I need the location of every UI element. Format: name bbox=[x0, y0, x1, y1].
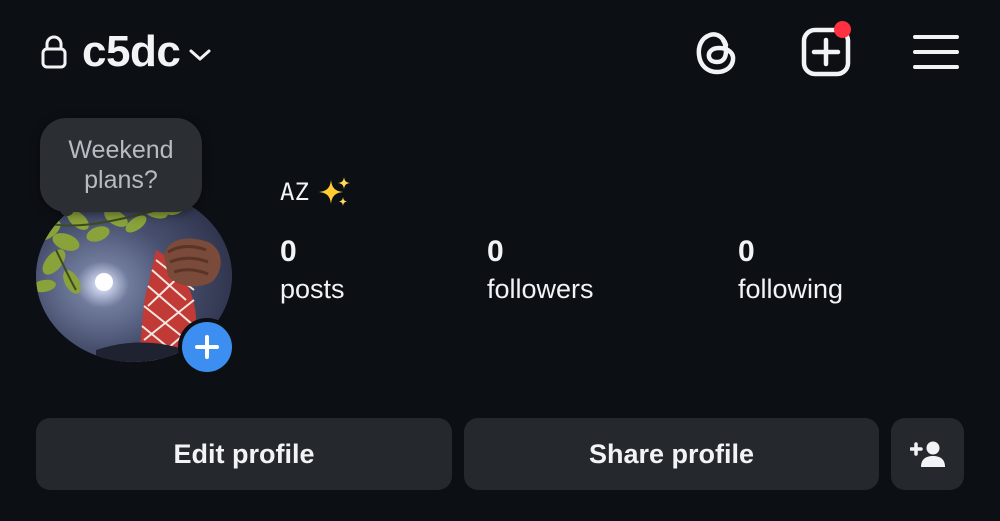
add-story-button[interactable] bbox=[178, 318, 236, 376]
posts-count: 0 bbox=[280, 235, 297, 268]
account-switcher[interactable]: c5dc bbox=[40, 24, 212, 80]
lock-icon bbox=[41, 35, 67, 69]
profile-header: c5dc bbox=[0, 0, 1000, 100]
discover-people-button[interactable] bbox=[891, 418, 964, 490]
followers-label: followers bbox=[487, 274, 594, 304]
following-stat[interactable]: 0 following bbox=[738, 232, 843, 306]
note-line-2: plans? bbox=[84, 166, 158, 194]
display-name-text: AZ bbox=[280, 178, 309, 206]
followers-count: 0 bbox=[487, 235, 504, 268]
add-person-icon bbox=[909, 441, 945, 467]
profile-screen: c5dc Weekend plans? AZ 0 posts 0 followe… bbox=[0, 0, 1000, 521]
share-profile-button[interactable]: Share profile bbox=[464, 418, 879, 490]
threads-icon bbox=[696, 32, 736, 75]
share-profile-label: Share profile bbox=[588, 438, 755, 469]
plus-icon bbox=[195, 335, 219, 359]
edit-profile-button[interactable]: Edit profile bbox=[36, 418, 452, 490]
threads-button[interactable] bbox=[690, 26, 742, 78]
chevron-down-icon bbox=[189, 49, 211, 61]
sparkles-icon bbox=[318, 177, 350, 206]
note-bubble-tail bbox=[60, 202, 74, 216]
add-story-badge bbox=[182, 322, 232, 372]
note-line-1: Weekend bbox=[68, 136, 174, 164]
following-label: following bbox=[738, 274, 844, 304]
display-name: AZ bbox=[280, 176, 351, 208]
posts-stat[interactable]: 0 posts bbox=[280, 232, 345, 306]
menu-button[interactable] bbox=[910, 26, 962, 78]
create-button[interactable] bbox=[800, 21, 852, 78]
username: c5dc bbox=[82, 27, 181, 76]
following-count: 0 bbox=[738, 235, 755, 268]
hamburger-menu-icon bbox=[913, 35, 959, 69]
posts-label: posts bbox=[280, 274, 345, 304]
edit-profile-label: Edit profile bbox=[173, 438, 315, 469]
note-bubble[interactable]: Weekend plans? bbox=[40, 118, 202, 212]
notification-dot bbox=[834, 21, 851, 38]
followers-stat[interactable]: 0 followers bbox=[487, 232, 594, 306]
